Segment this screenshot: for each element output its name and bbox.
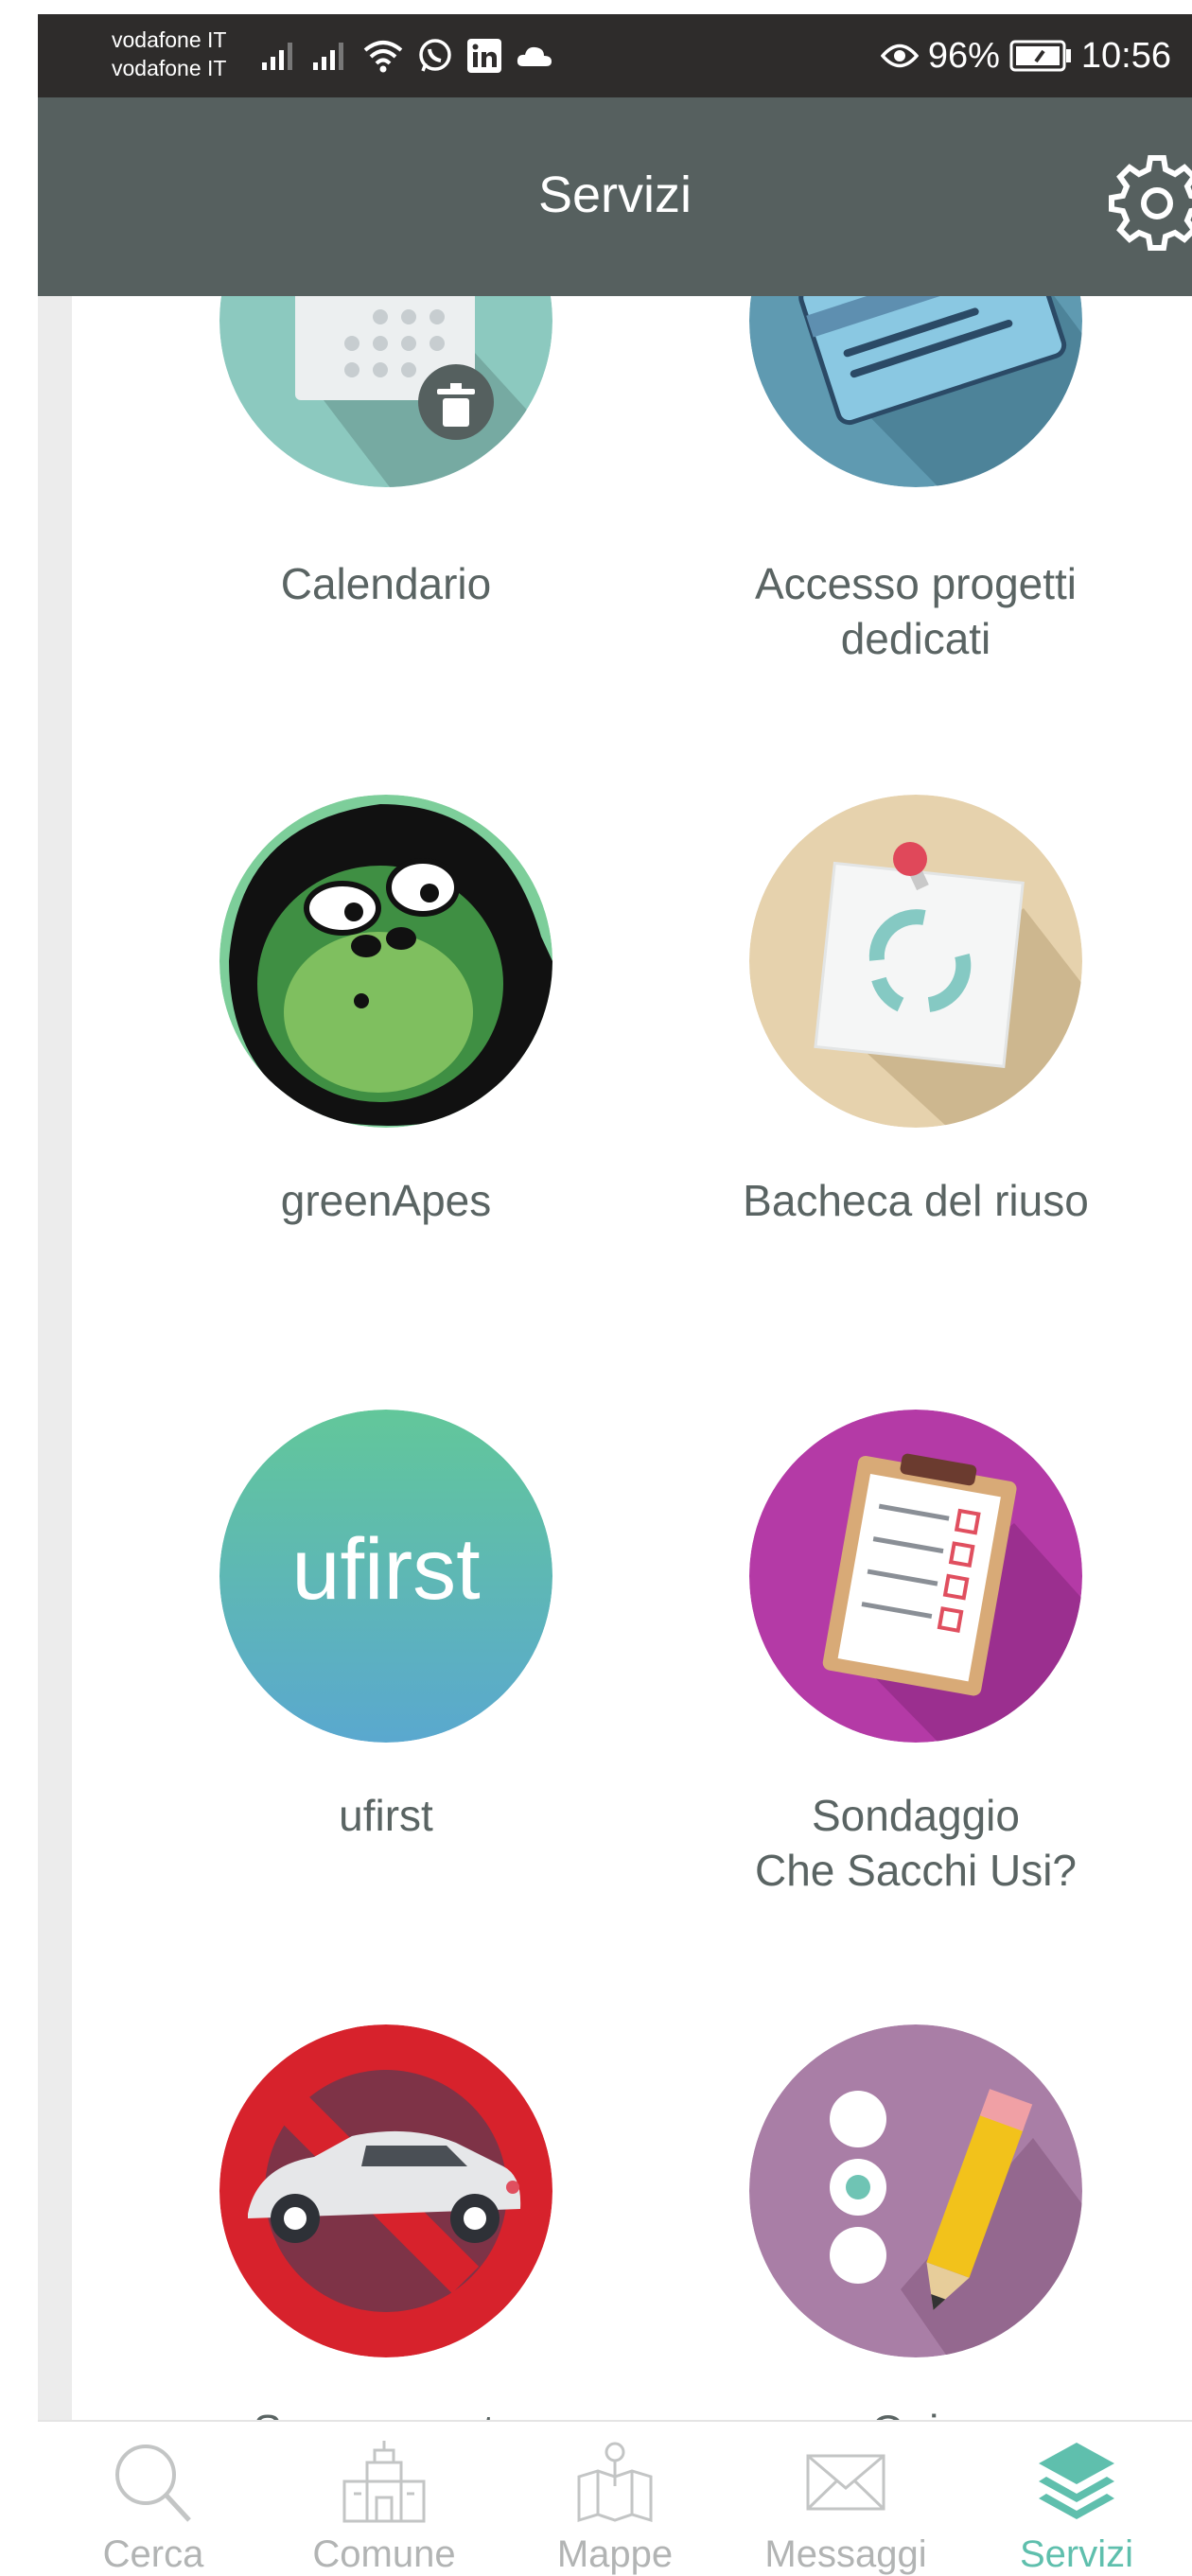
scroll-rail	[38, 296, 72, 2420]
nav-label: Servizi	[1019, 2533, 1134, 2575]
nav-item-cerca[interactable]: Cerca	[38, 2422, 269, 2576]
mail-icon	[806, 2454, 885, 2511]
service-quiz[interactable]: Quiz	[651, 2024, 1181, 2420]
service-label: Accesso progetti dedicati	[754, 559, 1078, 663]
calendar-icon	[219, 296, 552, 487]
nav-label: Mappe	[556, 2533, 674, 2575]
battery-percentage: 96%	[927, 35, 1000, 76]
service-label: Quiz	[651, 2403, 1181, 2420]
ufirst-logo-text: ufirst	[291, 1521, 480, 1618]
bottom-navigation: Cerca Comune Mappe Messaggi Servizi	[38, 2420, 1192, 2576]
nav-item-mappe[interactable]: Mappe	[500, 2422, 730, 2576]
status-right: 96% 10:56	[880, 33, 1171, 79]
service-label: ufirst	[339, 1791, 433, 1840]
service-label: greenApes	[280, 1176, 492, 1225]
service-label: Calendario	[280, 559, 492, 608]
signal-icon	[313, 43, 343, 70]
wifi-icon	[363, 41, 403, 73]
service-label: Sondaggio Che Sacchi Usi?	[754, 1791, 1078, 1895]
cloud-icon	[517, 46, 552, 66]
linkedin-icon	[467, 39, 501, 73]
no-parking-car-icon	[219, 2024, 552, 2357]
nav-item-servizi[interactable]: Servizi	[961, 2422, 1192, 2576]
services-grid: Calendario Accesso progetti dedicati gre…	[38, 296, 1192, 2420]
device-edge	[0, 0, 38, 2576]
service-sondaggio[interactable]: Sondaggio Che Sacchi Usi?	[651, 1410, 1181, 1920]
carrier-label: vodafone IT	[112, 56, 227, 80]
layers-icon	[1039, 2443, 1114, 2519]
page-title: Servizi	[537, 166, 692, 223]
nav-item-comune[interactable]: Comune	[269, 2422, 500, 2576]
screen: vodafone IT vodafone IT 96% 10:56 Serviz…	[0, 0, 1192, 2576]
town-hall-icon	[342, 2441, 426, 2523]
eye-icon	[880, 44, 919, 68]
nav-item-messaggi[interactable]: Messaggi	[730, 2422, 961, 2576]
nav-label: Comune	[312, 2533, 456, 2575]
service-bacheca-riuso[interactable]: Bacheca del riuso	[651, 795, 1181, 1306]
gear-icon[interactable]	[1105, 150, 1192, 254]
status-bar: vodafone IT vodafone IT 96% 10:56	[38, 14, 1192, 97]
nav-label: Messaggi	[764, 2533, 927, 2575]
service-accesso-progetti[interactable]: Accesso progetti dedicati	[651, 296, 1181, 665]
service-label: Bacheca del riuso	[743, 1176, 1089, 1225]
ufirst-logo-icon: ufirst	[219, 1410, 552, 1743]
service-greenapes[interactable]: greenApes	[121, 795, 651, 1306]
card-icon	[749, 296, 1082, 487]
battery-icon	[1009, 40, 1071, 72]
whatsapp-icon	[419, 39, 451, 72]
recycle-note-icon	[749, 795, 1082, 1128]
signal-icon	[262, 43, 292, 70]
map-icon	[577, 2442, 653, 2523]
search-icon	[115, 2445, 191, 2522]
carrier-names: vodafone IT vodafone IT	[112, 26, 226, 82]
clipboard-icon	[749, 1410, 1082, 1743]
service-calendario[interactable]: Calendario	[121, 296, 651, 665]
service-ufirst[interactable]: ufirst ufirst	[121, 1410, 651, 1920]
status-icons	[260, 35, 553, 77]
nav-label: Cerca	[102, 2533, 204, 2575]
quiz-pencil-icon	[749, 2024, 1082, 2357]
carrier-label: vodafone IT	[112, 27, 227, 52]
service-spazzamento[interactable]: Spazzamento	[121, 2024, 651, 2420]
app-bar: Servizi	[38, 97, 1192, 296]
service-label: Spazzamento	[121, 2403, 651, 2420]
clock: 10:56	[1080, 35, 1171, 76]
greenapes-logo-icon	[219, 795, 552, 1128]
